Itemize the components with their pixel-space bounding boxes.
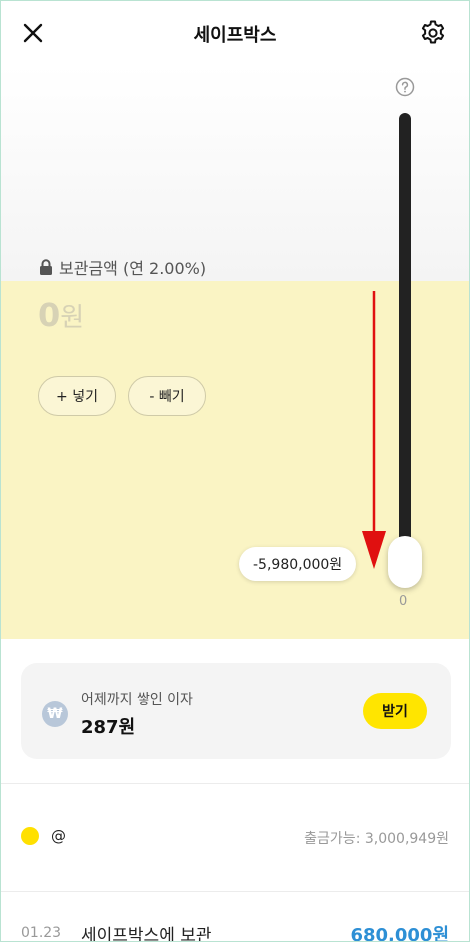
withdrawable-amount: 출금가능: 3,000,949원 xyxy=(304,831,449,847)
amount-slider-track[interactable] xyxy=(399,113,411,553)
receive-interest-button[interactable]: 받기 xyxy=(363,693,427,729)
history-description: 세이프박스에 보관 xyxy=(81,926,212,942)
divider xyxy=(1,891,469,892)
slider-min-label: 0 xyxy=(399,594,408,609)
app-header: 세이프박스 xyxy=(1,1,469,65)
safebox-screen: 세이프박스 보관금액 (연 2.00%) 0원 + 넣기 - 빼기 -5,980… xyxy=(0,0,470,942)
slider-value-tooltip: -5,980,000원 xyxy=(239,547,357,581)
account-name: @ xyxy=(51,827,66,845)
stored-amount-value: 0 xyxy=(38,296,61,334)
interest-card: ₩ 어제까지 쌓인 이자 287원 받기 xyxy=(21,663,451,759)
interest-label: 어제까지 쌓인 이자 xyxy=(81,692,193,708)
page-title: 세이프박스 xyxy=(193,25,277,46)
amount-slider-handle[interactable] xyxy=(388,536,422,588)
red-arrow-annotation xyxy=(362,291,386,569)
deposit-button[interactable]: + 넣기 xyxy=(38,376,116,416)
account-badge xyxy=(21,827,39,845)
stored-amount-label-text: 보관금액 (연 2.00%) xyxy=(59,259,207,278)
question-icon[interactable] xyxy=(395,77,415,97)
stored-amount: 0원 xyxy=(38,296,84,334)
lock-icon xyxy=(40,259,52,275)
gear-icon[interactable] xyxy=(419,19,447,47)
history-date: 01.23 xyxy=(21,925,62,941)
interest-value: 287원 xyxy=(81,717,136,738)
stored-amount-label: 보관금액 (연 2.00%) xyxy=(39,255,206,279)
won-icon: ₩ xyxy=(42,701,68,727)
history-amount: 680,000원 xyxy=(350,925,449,942)
withdraw-button[interactable]: - 빼기 xyxy=(128,376,206,416)
divider xyxy=(1,783,469,784)
stored-amount-unit: 원 xyxy=(60,303,85,333)
